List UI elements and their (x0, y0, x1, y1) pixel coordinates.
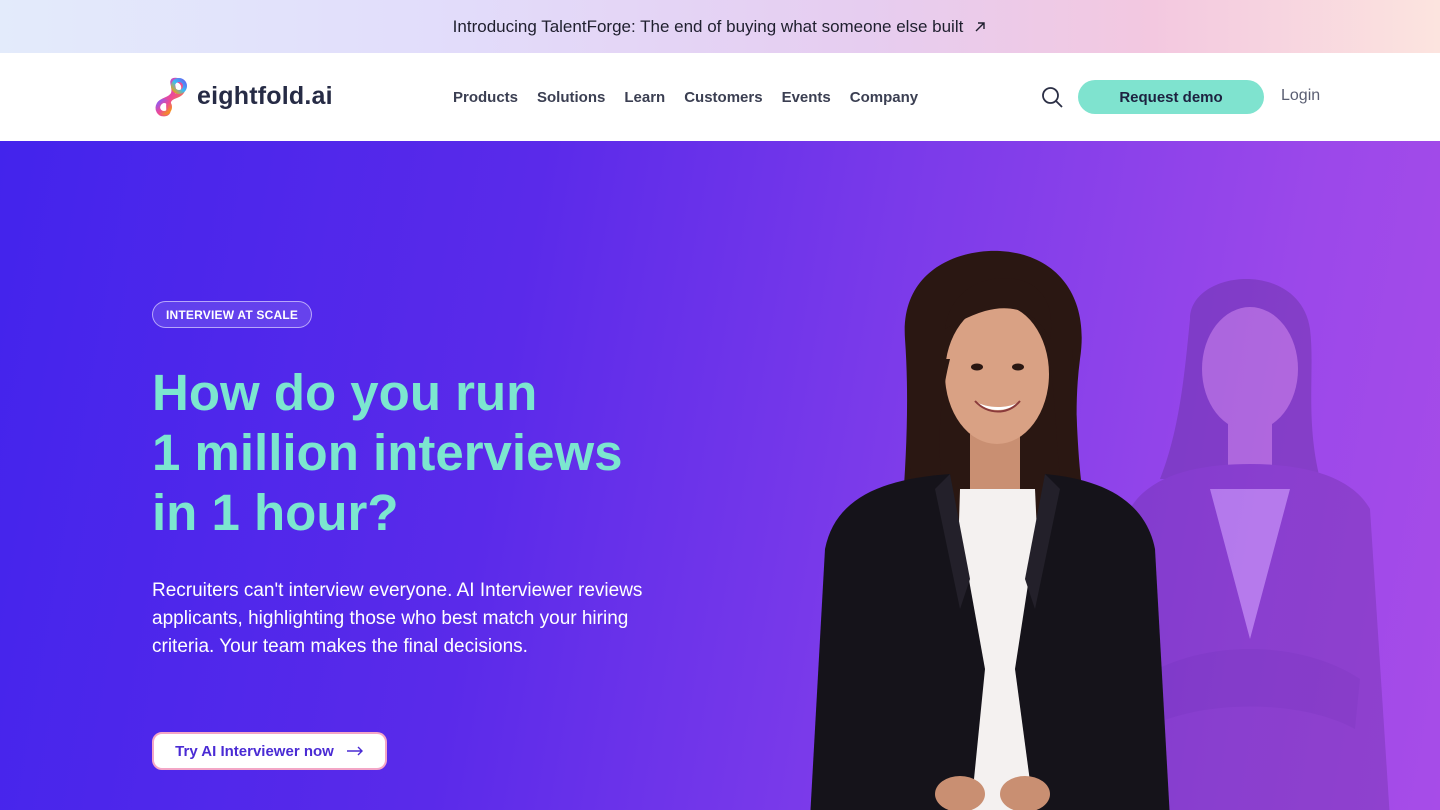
site-header: eightfold.ai Products Solutions Learn Cu… (0, 53, 1440, 141)
login-link[interactable]: Login (1281, 87, 1320, 105)
nav-customers[interactable]: Customers (684, 89, 762, 106)
hero-badge: INTERVIEW AT SCALE (152, 301, 313, 328)
nav-solutions[interactable]: Solutions (537, 89, 605, 106)
try-ai-interviewer-button[interactable]: Try AI Interviewer now (152, 732, 387, 770)
nav-events[interactable]: Events (782, 89, 831, 106)
nav-company[interactable]: Company (850, 89, 918, 106)
arrow-right-icon (346, 746, 363, 756)
search-icon[interactable] (1040, 85, 1064, 109)
announcement-text[interactable]: Introducing TalentForge: The end of buyi… (453, 17, 964, 37)
logo[interactable]: eightfold.ai (153, 74, 333, 118)
nav-learn[interactable]: Learn (624, 89, 665, 106)
headline-line-2: 1 million interviews (152, 424, 623, 481)
person-illustration (810, 250, 1170, 810)
logo-text: eightfold.ai (197, 81, 333, 110)
nav-products[interactable]: Products (453, 89, 518, 106)
hero-headline: How do you run 1 million interviews in 1… (152, 363, 712, 543)
request-demo-button[interactable]: Request demo (1078, 80, 1264, 114)
hero-subtext: Recruiters can't interview everyone. AI … (152, 580, 643, 657)
main-nav: Products Solutions Learn Customers Event… (453, 53, 918, 141)
arrow-up-right-icon (975, 21, 986, 31)
cta-label: Try AI Interviewer now (175, 742, 334, 760)
headline-line-3: in 1 hour? (152, 484, 399, 541)
logo-mark-icon (155, 77, 187, 117)
headline-line-1: How do you run (152, 364, 538, 421)
hero-section: INTERVIEW AT SCALE How do you run 1 mill… (0, 141, 1440, 810)
announcement-bar[interactable]: Introducing TalentForge: The end of buyi… (0, 0, 1440, 53)
